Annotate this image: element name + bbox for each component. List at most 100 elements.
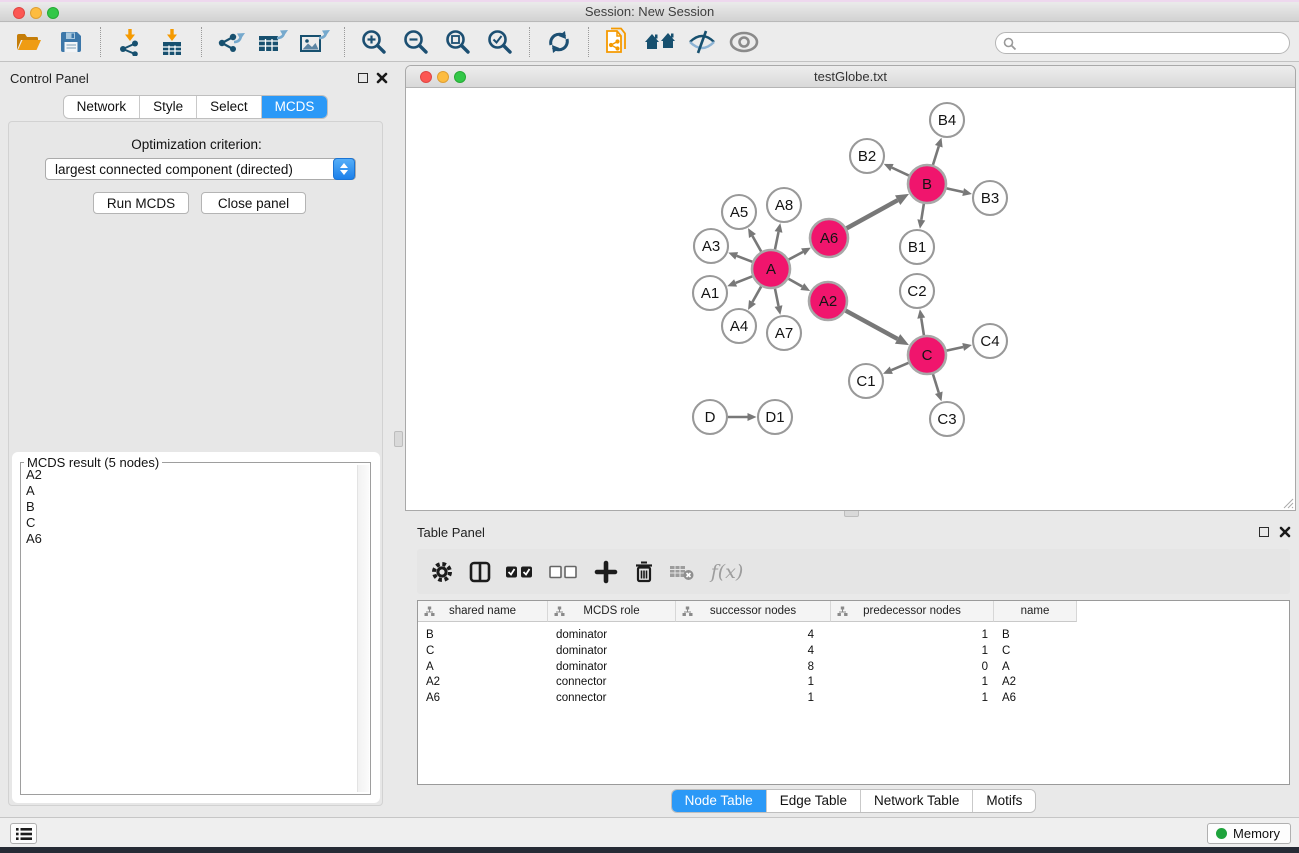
table-cell[interactable]: dominator <box>548 627 676 643</box>
network-window-titlebar[interactable]: testGlobe.txt <box>406 66 1295 88</box>
graph-node-B2[interactable]: B2 <box>850 139 884 173</box>
table-cell[interactable]: connector <box>548 690 676 706</box>
tab-node-table[interactable]: Node Table <box>672 790 767 812</box>
graph-edge-B-B3[interactable] <box>947 188 964 192</box>
float-table-panel-icon[interactable] <box>1259 527 1269 537</box>
table-cell[interactable]: 0 <box>831 659 994 675</box>
tab-edge-table[interactable]: Edge Table <box>767 790 861 812</box>
graph-node-A3[interactable]: A3 <box>694 229 728 263</box>
import-network-icon[interactable] <box>113 26 147 58</box>
table-cell[interactable]: A <box>994 659 1077 675</box>
scrollbar-track[interactable] <box>357 465 369 792</box>
table-cell[interactable]: 1 <box>676 674 831 690</box>
table-cell[interactable]: B <box>994 627 1077 643</box>
export-table-icon[interactable] <box>256 26 290 58</box>
graph-node-A[interactable]: A <box>752 250 790 288</box>
graph-edge-A-A4[interactable] <box>752 286 761 302</box>
table-cell[interactable]: 1 <box>676 690 831 706</box>
graph-node-A2[interactable]: A2 <box>809 282 847 320</box>
result-list-item[interactable]: A <box>23 483 356 499</box>
task-history-button[interactable] <box>10 823 37 844</box>
close-panel-icon[interactable] <box>376 72 388 84</box>
graph-edge-B-B2[interactable] <box>892 168 909 176</box>
resize-grip-icon[interactable] <box>1280 495 1294 509</box>
table-cell[interactable]: A6 <box>418 690 548 706</box>
deselect-all-icon[interactable] <box>545 556 585 588</box>
table-cell[interactable]: dominator <box>548 643 676 659</box>
graph-edge-C-C3[interactable] <box>933 374 939 393</box>
graph-node-B[interactable]: B <box>908 165 946 203</box>
zoom-fit-icon[interactable] <box>441 26 475 58</box>
function-builder-icon[interactable]: f(x) <box>703 556 751 588</box>
graph-node-B3[interactable]: B3 <box>973 181 1007 215</box>
table-cell[interactable]: 8 <box>676 659 831 675</box>
graph-node-A1[interactable]: A1 <box>693 276 727 310</box>
tab-motifs[interactable]: Motifs <box>973 790 1035 812</box>
close-panel-button[interactable]: Close panel <box>201 192 306 214</box>
column-header-shared-name[interactable]: shared name <box>418 601 548 622</box>
close-table-panel-icon[interactable] <box>1279 526 1291 538</box>
zoom-selected-icon[interactable] <box>483 26 517 58</box>
graph-node-D1[interactable]: D1 <box>758 400 792 434</box>
run-mcds-button[interactable]: Run MCDS <box>93 192 189 214</box>
vertical-split-handle[interactable] <box>394 431 403 447</box>
graph-edge-A-A8[interactable] <box>775 232 779 249</box>
graph-node-A5[interactable]: A5 <box>722 195 756 229</box>
criterion-dropdown[interactable]: largest connected component (directed) <box>45 158 356 180</box>
graph-node-C2[interactable]: C2 <box>900 274 934 308</box>
result-list-item[interactable]: C <box>23 515 356 531</box>
import-table-icon[interactable] <box>155 26 189 58</box>
graph-edge-B-B4[interactable] <box>933 146 939 165</box>
hide-graphics-icon[interactable] <box>685 26 719 58</box>
column-header-name[interactable]: name <box>994 601 1077 622</box>
table-cell[interactable]: 1 <box>831 674 994 690</box>
node-table[interactable]: shared nameMCDS rolesuccessor nodesprede… <box>417 600 1290 785</box>
network-canvas[interactable]: B4B2BB3A5A8A6B1A3AC2A1A2A4A7C4CC1C3DD1 <box>406 88 1295 510</box>
graph-node-C[interactable]: C <box>908 336 946 374</box>
table-cell[interactable]: A6 <box>994 690 1077 706</box>
graph-edge-B-B1[interactable] <box>921 204 924 220</box>
tab-select[interactable]: Select <box>197 96 262 118</box>
table-cell[interactable]: 1 <box>831 643 994 659</box>
table-cell[interactable]: 1 <box>831 690 994 706</box>
table-cell[interactable]: 4 <box>676 643 831 659</box>
graph-node-B4[interactable]: B4 <box>930 103 964 137</box>
zoom-out-icon[interactable] <box>399 26 433 58</box>
tab-network-table[interactable]: Network Table <box>861 790 973 812</box>
refresh-icon[interactable] <box>542 26 576 58</box>
table-cell[interactable]: dominator <box>548 659 676 675</box>
tab-network[interactable]: Network <box>64 96 141 118</box>
open-folder-icon[interactable] <box>12 26 46 58</box>
graph-node-C4[interactable]: C4 <box>973 324 1007 358</box>
mcds-result-list[interactable]: A2ABCA6 <box>23 467 356 792</box>
graph-edge-A-A5[interactable] <box>752 236 761 252</box>
graph-node-C3[interactable]: C3 <box>930 402 964 436</box>
graph-edge-C-C1[interactable] <box>891 363 908 370</box>
graph-node-A6[interactable]: A6 <box>810 219 848 257</box>
table-cell[interactable]: C <box>418 643 548 659</box>
table-cell[interactable]: A2 <box>994 674 1077 690</box>
table-cell[interactable]: 4 <box>676 627 831 643</box>
result-list-item[interactable]: B <box>23 499 356 515</box>
graph-node-C1[interactable]: C1 <box>849 364 883 398</box>
column-header-mcds-role[interactable]: MCDS role <box>548 601 676 622</box>
zoom-in-icon[interactable] <box>357 26 391 58</box>
export-network-icon[interactable] <box>214 26 248 58</box>
graph-edge-A6-B[interactable] <box>847 200 898 228</box>
graph-edge-C-C2[interactable] <box>921 318 924 335</box>
table-cell[interactable]: A <box>418 659 548 675</box>
graph-edge-A-A1[interactable] <box>736 276 753 283</box>
table-cell[interactable]: C <box>994 643 1077 659</box>
graph-edge-A-A6[interactable] <box>789 252 803 260</box>
graph-node-A8[interactable]: A8 <box>767 188 801 222</box>
delete-column-icon[interactable] <box>627 556 661 588</box>
result-list-item[interactable]: A6 <box>23 531 356 547</box>
graph-node-D[interactable]: D <box>693 400 727 434</box>
graph-edge-A-A2[interactable] <box>788 279 802 287</box>
graph-edge-A-A7[interactable] <box>775 289 779 306</box>
tab-style[interactable]: Style <box>140 96 197 118</box>
result-list-item[interactable]: A2 <box>23 467 356 483</box>
table-cell[interactable]: 1 <box>831 627 994 643</box>
graph-node-A7[interactable]: A7 <box>767 316 801 350</box>
float-panel-icon[interactable] <box>358 73 368 83</box>
